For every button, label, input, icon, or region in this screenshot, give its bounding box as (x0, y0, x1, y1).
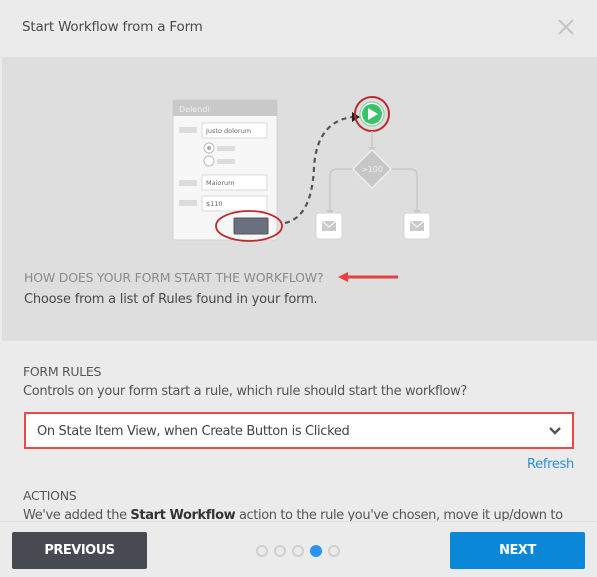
condition-label: >100 (361, 165, 383, 174)
actions-label: ACTIONS (23, 488, 77, 503)
pager-dot-5[interactable] (328, 545, 340, 557)
form-rules-label: FORM RULES (23, 364, 102, 379)
hero-question: HOW DOES YOUR FORM START THE WORKFLOW? (24, 270, 324, 285)
hero-description: Choose from a list of Rules found in you… (24, 292, 318, 307)
pager-dot-2[interactable] (274, 545, 286, 557)
next-button[interactable]: NEXT (450, 532, 585, 569)
step-pager (256, 545, 340, 557)
form-mockup-field1: Justo dolorum (205, 127, 251, 135)
form-mockup: Delendi Justo dolorum Maiorum $110 (172, 99, 283, 242)
form-mockup-field2: Maiorum (206, 179, 235, 187)
form-rule-select-value: On State Item View, when Create Button i… (37, 424, 350, 439)
pager-dot-4[interactable] (310, 545, 322, 557)
form-mockup-field3: $110 (206, 200, 223, 208)
hero-panel: Delendi Justo dolorum Maiorum $110 >100 … (2, 57, 597, 341)
dialog-footer: PREVIOUS NEXT (0, 521, 597, 577)
refresh-link[interactable]: Refresh (527, 457, 574, 472)
pointer-arrow-icon (338, 272, 398, 282)
close-icon[interactable] (557, 18, 575, 36)
dialog-header: Start Workflow from a Form (0, 0, 597, 57)
previous-button[interactable]: PREVIOUS (12, 532, 147, 569)
dialog-title: Start Workflow from a Form (22, 19, 203, 35)
dashed-arrow (284, 115, 353, 225)
pager-dot-3[interactable] (292, 545, 304, 557)
form-rules-description: Controls on your form start a rule, whic… (23, 384, 467, 399)
condition-node: >100 (352, 149, 392, 189)
actions-desc-bold: Start Workflow (130, 508, 236, 522)
email-node-left (315, 212, 343, 240)
email-node-right (403, 212, 431, 240)
chevron-down-icon (549, 427, 561, 435)
workflow-illustration: Delendi Justo dolorum Maiorum $110 >100 (172, 96, 431, 242)
form-mockup-title: Delendi (179, 105, 210, 114)
actions-desc-suffix: action to the rule you've chosen, move i… (235, 508, 563, 522)
form-rule-select[interactable]: On State Item View, when Create Button i… (24, 412, 574, 449)
actions-description: We've added the Start Workflow action to… (23, 508, 583, 522)
start-node (354, 96, 390, 132)
pager-dot-1[interactable] (256, 545, 268, 557)
actions-desc-prefix: We've added the (23, 508, 131, 522)
